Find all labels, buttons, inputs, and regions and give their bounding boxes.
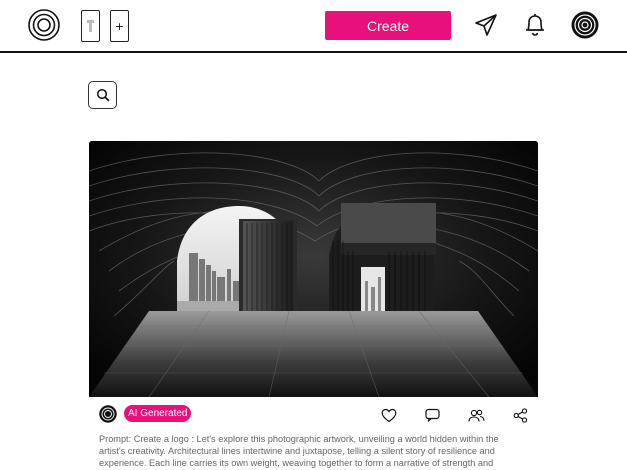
top-navigation-bar: + Create <box>0 0 627 53</box>
heart-icon <box>381 408 397 422</box>
comment-button[interactable] <box>422 405 442 425</box>
search-button[interactable] <box>88 81 117 109</box>
post-prompt-text: Prompt: Create a logo : Let's explore th… <box>99 434 499 468</box>
search-icon <box>96 88 109 102</box>
mobile-device-icon <box>87 20 94 32</box>
concentric-circles-logo-icon[interactable] <box>28 9 60 41</box>
post-card: AI Generated Prompt: Create a logo: Let… <box>89 141 538 470</box>
mobile-device-button[interactable] <box>81 10 100 42</box>
collaborators-button[interactable] <box>466 405 486 425</box>
post-meta-row: AI Generated <box>89 401 538 427</box>
ai-generated-badge: AI Generated <box>124 405 192 422</box>
bell-icon[interactable] <box>521 11 549 39</box>
people-icon <box>467 409 485 422</box>
share-icon <box>513 407 527 423</box>
profile-avatar-icon[interactable] <box>571 11 599 39</box>
artwork-image[interactable] <box>89 141 538 397</box>
create-button[interactable]: Create <box>325 11 451 40</box>
add-device-icon: + <box>114 19 125 33</box>
comment-icon <box>424 408 440 422</box>
author-avatar-icon[interactable] <box>99 405 117 423</box>
add-device-button[interactable]: + <box>110 10 129 42</box>
like-button[interactable] <box>379 405 399 425</box>
paper-plane-icon[interactable] <box>472 11 500 39</box>
share-button[interactable] <box>510 405 530 425</box>
